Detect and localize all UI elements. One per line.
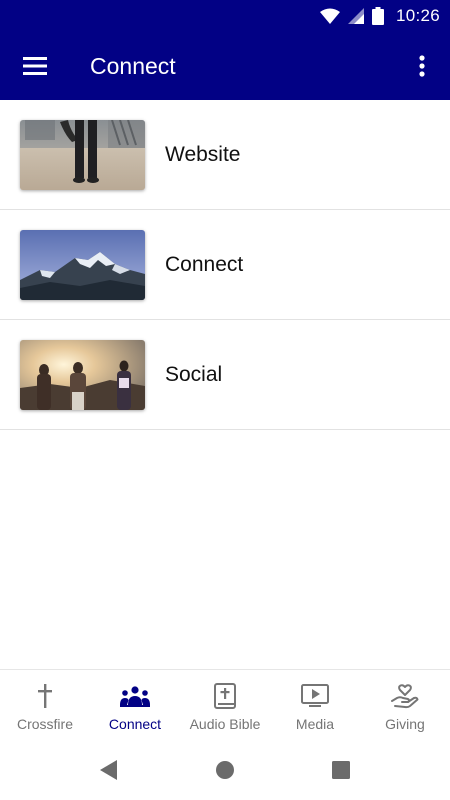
nav-item-audio-bible[interactable]: Audio Bible (180, 670, 270, 740)
nav-label: Audio Bible (189, 716, 261, 732)
wifi-icon (319, 8, 340, 24)
app-bar: Connect (0, 32, 450, 100)
back-button[interactable] (97, 758, 121, 782)
status-bar: 10:26 (0, 0, 450, 32)
more-vert-icon (419, 55, 425, 77)
connect-list: Website Connect Social (0, 100, 450, 430)
recents-button[interactable] (329, 758, 353, 782)
system-navigation-bar (0, 740, 450, 800)
nav-item-connect[interactable]: Connect (90, 670, 180, 740)
nav-item-crossfire[interactable]: Crossfire (0, 670, 90, 740)
list-item-label: Website (165, 142, 241, 166)
status-time: 10:26 (395, 6, 440, 25)
bottom-navigation: Crossfire Connect Audio Bible Media Givi… (0, 669, 450, 740)
list-item-connect[interactable]: Connect (0, 210, 450, 320)
menu-button[interactable] (0, 32, 70, 100)
nav-item-giving[interactable]: Giving (360, 670, 450, 740)
menu-icon (23, 57, 47, 75)
nav-label: Giving (385, 716, 425, 732)
mountain-photo (20, 229, 145, 300)
more-options-button[interactable] (394, 32, 450, 100)
nav-label: Media (295, 716, 335, 732)
bible-icon (214, 683, 236, 709)
home-icon (216, 761, 234, 779)
street-legs-photo (20, 119, 145, 190)
battery-icon (371, 7, 384, 25)
nav-label: Connect (108, 716, 162, 732)
video-icon (301, 684, 329, 707)
list-item-website[interactable]: Website (0, 100, 450, 210)
page-title: Connect (90, 52, 176, 79)
nav-item-media[interactable]: Media (270, 670, 360, 740)
list-item-social[interactable]: Social (0, 320, 450, 430)
giving-hand-icon (391, 684, 419, 709)
cross-icon (38, 684, 52, 708)
home-button[interactable] (213, 758, 237, 782)
recents-icon (332, 761, 350, 779)
signal-icon (347, 8, 364, 24)
people-icon (120, 686, 150, 707)
nav-label: Crossfire (16, 716, 73, 732)
list-item-label: Social (165, 362, 223, 386)
back-icon (100, 760, 117, 780)
list-item-label: Connect (165, 252, 244, 276)
friends-sunset-photo (20, 339, 145, 410)
